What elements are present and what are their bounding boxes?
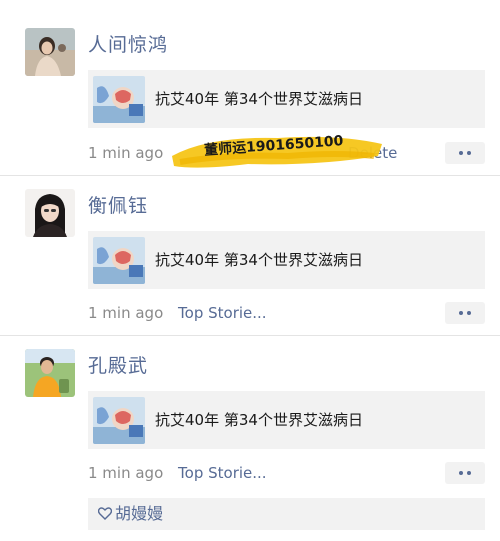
shared-article-card[interactable]: 抗艾40年 第34个世界艾滋病日 <box>88 70 485 128</box>
heart-icon <box>97 499 113 531</box>
article-title: 抗艾40年 第34个世界艾滋病日 <box>155 90 363 108</box>
post-time: 1 min ago <box>88 464 164 482</box>
shared-article-card[interactable]: 抗艾40年 第34个世界艾滋病日 <box>88 231 485 289</box>
article-thumbnail <box>93 237 145 284</box>
likes-list: 胡嫚嫚 <box>88 498 485 530</box>
liker-name[interactable]: 胡嫚嫚 <box>115 504 163 523</box>
more-dots-icon <box>459 471 463 475</box>
source-tag[interactable]: Top Storie... <box>178 464 267 482</box>
article-title: 抗艾40年 第34个世界艾滋病日 <box>155 251 363 269</box>
author-name[interactable]: 孔殿武 <box>88 354 148 378</box>
more-dots-icon <box>467 311 471 315</box>
watermark-stroke: 董师运1901650100 <box>168 126 386 174</box>
article-thumbnail <box>93 397 145 444</box>
moment-post: 衡佩钰 抗艾40年 第34个世界艾滋病日 1 min ago Top Stori… <box>0 175 500 335</box>
more-dots-icon <box>459 311 463 315</box>
avatar[interactable] <box>25 349 75 397</box>
more-dots-icon <box>467 151 471 155</box>
article-title: 抗艾40年 第34个世界艾滋病日 <box>155 411 363 429</box>
avatar[interactable] <box>25 28 75 76</box>
more-dots-icon <box>459 151 463 155</box>
post-meta: 1 min ago Top Storie... <box>88 463 267 483</box>
more-actions-button[interactable] <box>445 302 485 324</box>
shared-article-card[interactable]: 抗艾40年 第34个世界艾滋病日 <box>88 391 485 449</box>
post-meta: 1 min ago Top Storie... <box>88 303 267 323</box>
post-time: 1 min ago <box>88 144 164 162</box>
source-tag[interactable]: Top Storie... <box>178 304 267 322</box>
moment-post: 孔殿武 抗艾40年 第34个世界艾滋病日 1 min ago Top Stori… <box>0 335 500 541</box>
article-thumbnail <box>93 76 145 123</box>
avatar[interactable] <box>25 189 75 237</box>
more-actions-button[interactable] <box>445 462 485 484</box>
post-time: 1 min ago <box>88 304 164 322</box>
more-dots-icon <box>467 471 471 475</box>
author-name[interactable]: 衡佩钰 <box>88 194 148 218</box>
more-actions-button[interactable] <box>445 142 485 164</box>
author-name[interactable]: 人间惊鸿 <box>88 33 168 57</box>
